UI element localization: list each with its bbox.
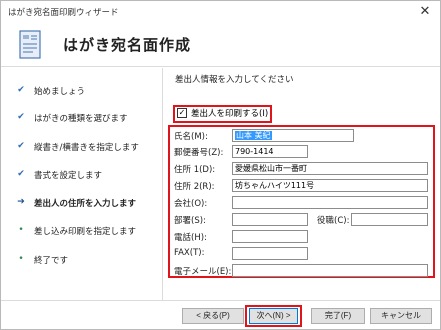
step-label: 終了です: [34, 256, 69, 266]
postal-code-field[interactable]: 790-1414: [232, 145, 308, 158]
checkmark-icon: ✔: [17, 112, 25, 122]
address2-label: 住所 2(R):: [174, 182, 215, 192]
job-title-label: 役職(C):: [317, 216, 350, 226]
department-field[interactable]: [232, 213, 308, 226]
cancel-button[interactable]: キャンセル: [370, 308, 432, 324]
phone-field[interactable]: [232, 230, 308, 243]
step-card-type[interactable]: ✔ はがきの種類を選びます: [1, 112, 163, 126]
wizard-window: はがき宛名面印刷ウィザード ✕ はがき宛名面作成 ✔ 始めましょう ✔ はがきの…: [0, 0, 441, 330]
name-label: 氏名(M):: [174, 132, 208, 142]
phone-label: 電話(H):: [174, 233, 207, 243]
name-field[interactable]: 山本 美紀: [232, 129, 354, 142]
bullet-icon: •: [18, 254, 24, 264]
fax-label: FAX(T):: [174, 248, 205, 258]
postal-label: 郵便番号(Z):: [174, 148, 224, 158]
address2-field[interactable]: 坊ちゃんハイツ111号: [232, 179, 428, 192]
page-title: はがき宛名面作成: [63, 36, 192, 54]
fax-field[interactable]: [232, 247, 308, 260]
wizard-header: はがき宛名面作成: [1, 23, 440, 67]
step-label: 差し込み印刷を指定します: [34, 227, 137, 237]
step-label: 縦書き/横書きを指定します: [34, 143, 139, 153]
window-title: はがき宛名面印刷ウィザード: [8, 8, 119, 18]
next-button[interactable]: 次へ(N) >: [249, 308, 298, 324]
step-label: 差出人の住所を入力します: [34, 199, 137, 209]
arrow-right-icon: ➔: [17, 197, 25, 207]
step-mail-merge[interactable]: • 差し込み印刷を指定します: [1, 225, 163, 239]
checkbox[interactable]: ✓: [177, 108, 187, 118]
email-field[interactable]: [232, 264, 428, 277]
step-sender-address[interactable]: ➔ 差出人の住所を入力します: [1, 197, 163, 211]
step-label: はがきの種類を選びます: [34, 114, 128, 124]
step-finish[interactable]: • 終了です: [1, 254, 163, 268]
checkmark-icon: ✔: [17, 169, 25, 179]
email-label: 電子メール(E):: [174, 267, 232, 277]
title-bar: はがき宛名面印刷ウィザード ✕: [1, 1, 440, 23]
finish-button[interactable]: 完了(F): [311, 308, 365, 324]
step-orientation[interactable]: ✔ 縦書き/横書きを指定します: [1, 141, 163, 155]
address1-field[interactable]: 愛媛県松山市一番町: [232, 162, 428, 175]
checkmark-icon: ✔: [17, 85, 25, 95]
step-format[interactable]: ✔ 書式を設定します: [1, 169, 163, 183]
back-button[interactable]: < 戻る(P): [182, 308, 244, 324]
postcard-wizard-icon: [19, 30, 41, 59]
address1-label: 住所 1(D):: [174, 165, 216, 175]
company-label: 会社(O):: [174, 199, 208, 209]
step-start[interactable]: ✔ 始めましょう: [1, 85, 163, 99]
instruction-text: 差出人情報を入力してください: [175, 75, 294, 85]
checkmark-icon: ✔: [17, 141, 25, 151]
wizard-steps-sidebar: ✔ 始めましょう ✔ はがきの種類を選びます ✔ 縦書き/横書きを指定します ✔…: [1, 68, 163, 300]
checkbox-label: 差出人を印刷する(I): [191, 109, 269, 119]
step-label: 書式を設定します: [34, 171, 103, 181]
company-field[interactable]: [232, 196, 428, 209]
job-title-field[interactable]: [351, 213, 428, 226]
bullet-icon: •: [18, 225, 24, 235]
step-label: 始めましょう: [34, 87, 86, 97]
close-icon[interactable]: ✕: [417, 4, 433, 20]
department-label: 部署(S):: [174, 216, 206, 226]
